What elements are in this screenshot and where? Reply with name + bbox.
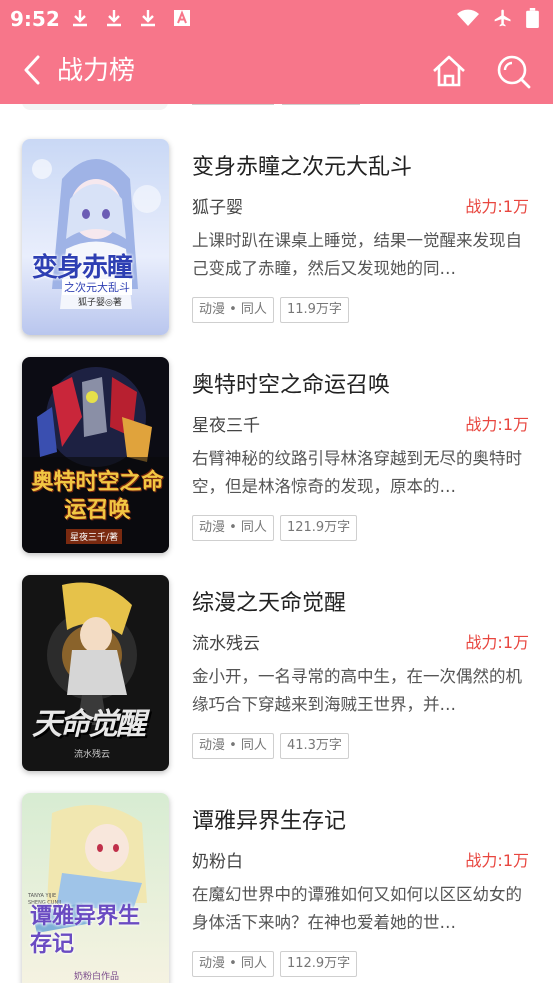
book-author: 奶粉白 xyxy=(192,852,243,872)
airplane-icon xyxy=(494,9,511,27)
book-description: 右臂神秘的纹路引导林洛穿越到无尽的奥特时空，但是林洛惊奇的发现，原本的… xyxy=(192,449,522,496)
cover-author: 狐子婴◎著 xyxy=(78,298,122,308)
power-value: 战力:1万 xyxy=(465,633,529,652)
list-item[interactable]: TANYA YIJIE SHENG CUNJI 谭雅异界生存记 奶粉白作品 谭雅… xyxy=(0,793,553,983)
download-icon xyxy=(141,10,155,27)
cover-title: 谭雅异界生存记 xyxy=(30,904,141,957)
book-author: 星夜三千 xyxy=(192,416,260,436)
word-count-tag: 121.9万字 xyxy=(279,515,358,541)
cover-author: 星夜三千/著 xyxy=(66,529,123,544)
book-cover[interactable]: 天命觉醒 流水残云 xyxy=(22,575,169,771)
book-cover[interactable]: 变身赤瞳 之次元大乱斗 狐子婴◎著 xyxy=(22,139,169,335)
category-tag: 动漫 • 同人 xyxy=(192,951,274,977)
book-cover[interactable]: 奥特时空之命运召唤 星夜三千/著 xyxy=(22,357,169,553)
cover-author: 流水残云 xyxy=(74,750,111,760)
cover-title: 天命觉醒 xyxy=(32,707,146,742)
cover-author: 奶粉白作品 xyxy=(74,972,120,982)
home-icon[interactable] xyxy=(430,52,468,90)
search-icon[interactable] xyxy=(494,52,532,90)
wifi-icon xyxy=(457,9,479,26)
download-icon xyxy=(107,10,121,27)
word-count-tag: 11.9万字 xyxy=(279,297,349,323)
power-value: 战力:1万 xyxy=(465,415,529,434)
book-description: 金小开，一名寻常的高中生，在一次偶然的机缘巧合下穿越来到海贼王世界，并… xyxy=(192,667,522,714)
list-item[interactable]: 变身赤瞳 之次元大乱斗 狐子婴◎著 变身赤瞳之次元大乱斗 狐子婴 战力:1万 上… xyxy=(0,139,553,357)
book-description: 上课时趴在课桌上睡觉，结果一觉醒来发现自己变成了赤瞳，然后又发现她的同… xyxy=(192,231,522,278)
list-item[interactable]: 奥特时空之命运召唤 星夜三千/著 奥特时空之命运召唤 星夜三千 战力:1万 右臂… xyxy=(0,357,553,575)
back-arrow-icon[interactable] xyxy=(18,52,46,88)
book-title[interactable]: 综漫之天命觉醒 xyxy=(192,585,346,617)
status-bar: 9:52 xyxy=(0,0,553,38)
cover-title: 奥特时空之命运召唤 xyxy=(31,470,164,523)
page-title: 战力榜 xyxy=(57,55,136,85)
category-tag: 动漫 • 同人 xyxy=(192,733,274,759)
word-count-tag: 41.3万字 xyxy=(279,733,349,759)
power-value: 战力:1万 xyxy=(465,197,529,216)
category-tag: 动漫 • 同人 xyxy=(192,297,274,323)
word-count-tag: 112.9万字 xyxy=(279,951,358,977)
book-title[interactable]: 变身赤瞳之次元大乱斗 xyxy=(192,149,412,181)
book-list: 变身赤瞳 之次元大乱斗 狐子婴◎著 变身赤瞳之次元大乱斗 狐子婴 战力:1万 上… xyxy=(0,104,553,983)
book-title[interactable]: 奥特时空之命运召唤 xyxy=(192,367,390,399)
status-time: 9:52 xyxy=(10,7,60,31)
cover-subtitle: 之次元大乱斗 xyxy=(62,279,132,295)
book-title[interactable]: 谭雅异界生存记 xyxy=(192,803,346,835)
book-description: 在魔幻世界中的谭雅如何又如何以区区幼女的身体活下来呐？在神也爱着她的世… xyxy=(192,885,522,932)
book-cover[interactable]: TANYA YIJIE SHENG CUNJI 谭雅异界生存记 奶粉白作品 xyxy=(22,793,169,983)
previous-item-peek xyxy=(0,104,553,122)
category-tag: 动漫 • 同人 xyxy=(192,515,274,541)
font-a-icon xyxy=(174,10,190,26)
download-icon xyxy=(73,10,87,27)
book-author: 狐子婴 xyxy=(192,198,243,218)
book-author: 流水残云 xyxy=(192,634,260,654)
list-item[interactable]: 天命觉醒 流水残云 综漫之天命觉醒 流水残云 战力:1万 金小开，一名寻常的高中… xyxy=(0,575,553,793)
battery-icon xyxy=(526,8,539,28)
power-value: 战力:1万 xyxy=(465,851,529,870)
app-bar: 战力榜 xyxy=(0,38,553,104)
